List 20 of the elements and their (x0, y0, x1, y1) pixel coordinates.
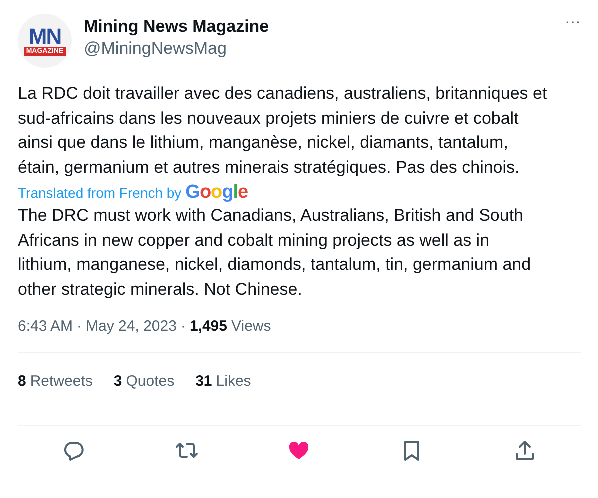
separator: · (180, 318, 186, 335)
stat-label[interactable]: Retweets (30, 373, 93, 390)
stat-count[interactable]: 8 (18, 373, 26, 390)
views-count: 1,495 (190, 318, 228, 335)
google-logo[interactable]: Google (186, 182, 248, 204)
separator: · (77, 318, 82, 335)
author-name[interactable]: Mining News Magazine (84, 16, 554, 38)
translated-text: The DRC must work with Canadians, Australians, British and South Africans in new copper and cobalt mining projects as well as in lithium, manganese, nickel, diamonds, tantalum, tin, germanium and other strategic minerals. Not Chinese. (18, 205, 532, 300)
logo-letters: MN (28, 26, 62, 46)
views-label: Views (232, 318, 272, 335)
author-handle[interactable]: @MiningNewsMag (84, 38, 554, 60)
stat-label[interactable]: Quotes (126, 373, 175, 390)
stat-label[interactable]: Likes (216, 373, 252, 390)
stat-count[interactable]: 3 (114, 373, 122, 390)
stat-count[interactable]: 31 (196, 373, 212, 390)
more-button[interactable]: ··· (565, 14, 581, 32)
timestamp[interactable]: 6:43 AM (18, 318, 74, 335)
tweet-text: La RDC doit travailler avec des canadiens, australiens, britanniques et sud-africains dans les nouveaux projets miniers de cuivre et cobalt ainsi que dans le lithium, manganèse, nickel, diamants, tantalum, étain, germanium et autres minerais stratégiques. Pas des chinois. (18, 83, 548, 178)
reply-icon[interactable] (62, 439, 86, 463)
date[interactable]: May 24, 2023 (86, 318, 177, 335)
